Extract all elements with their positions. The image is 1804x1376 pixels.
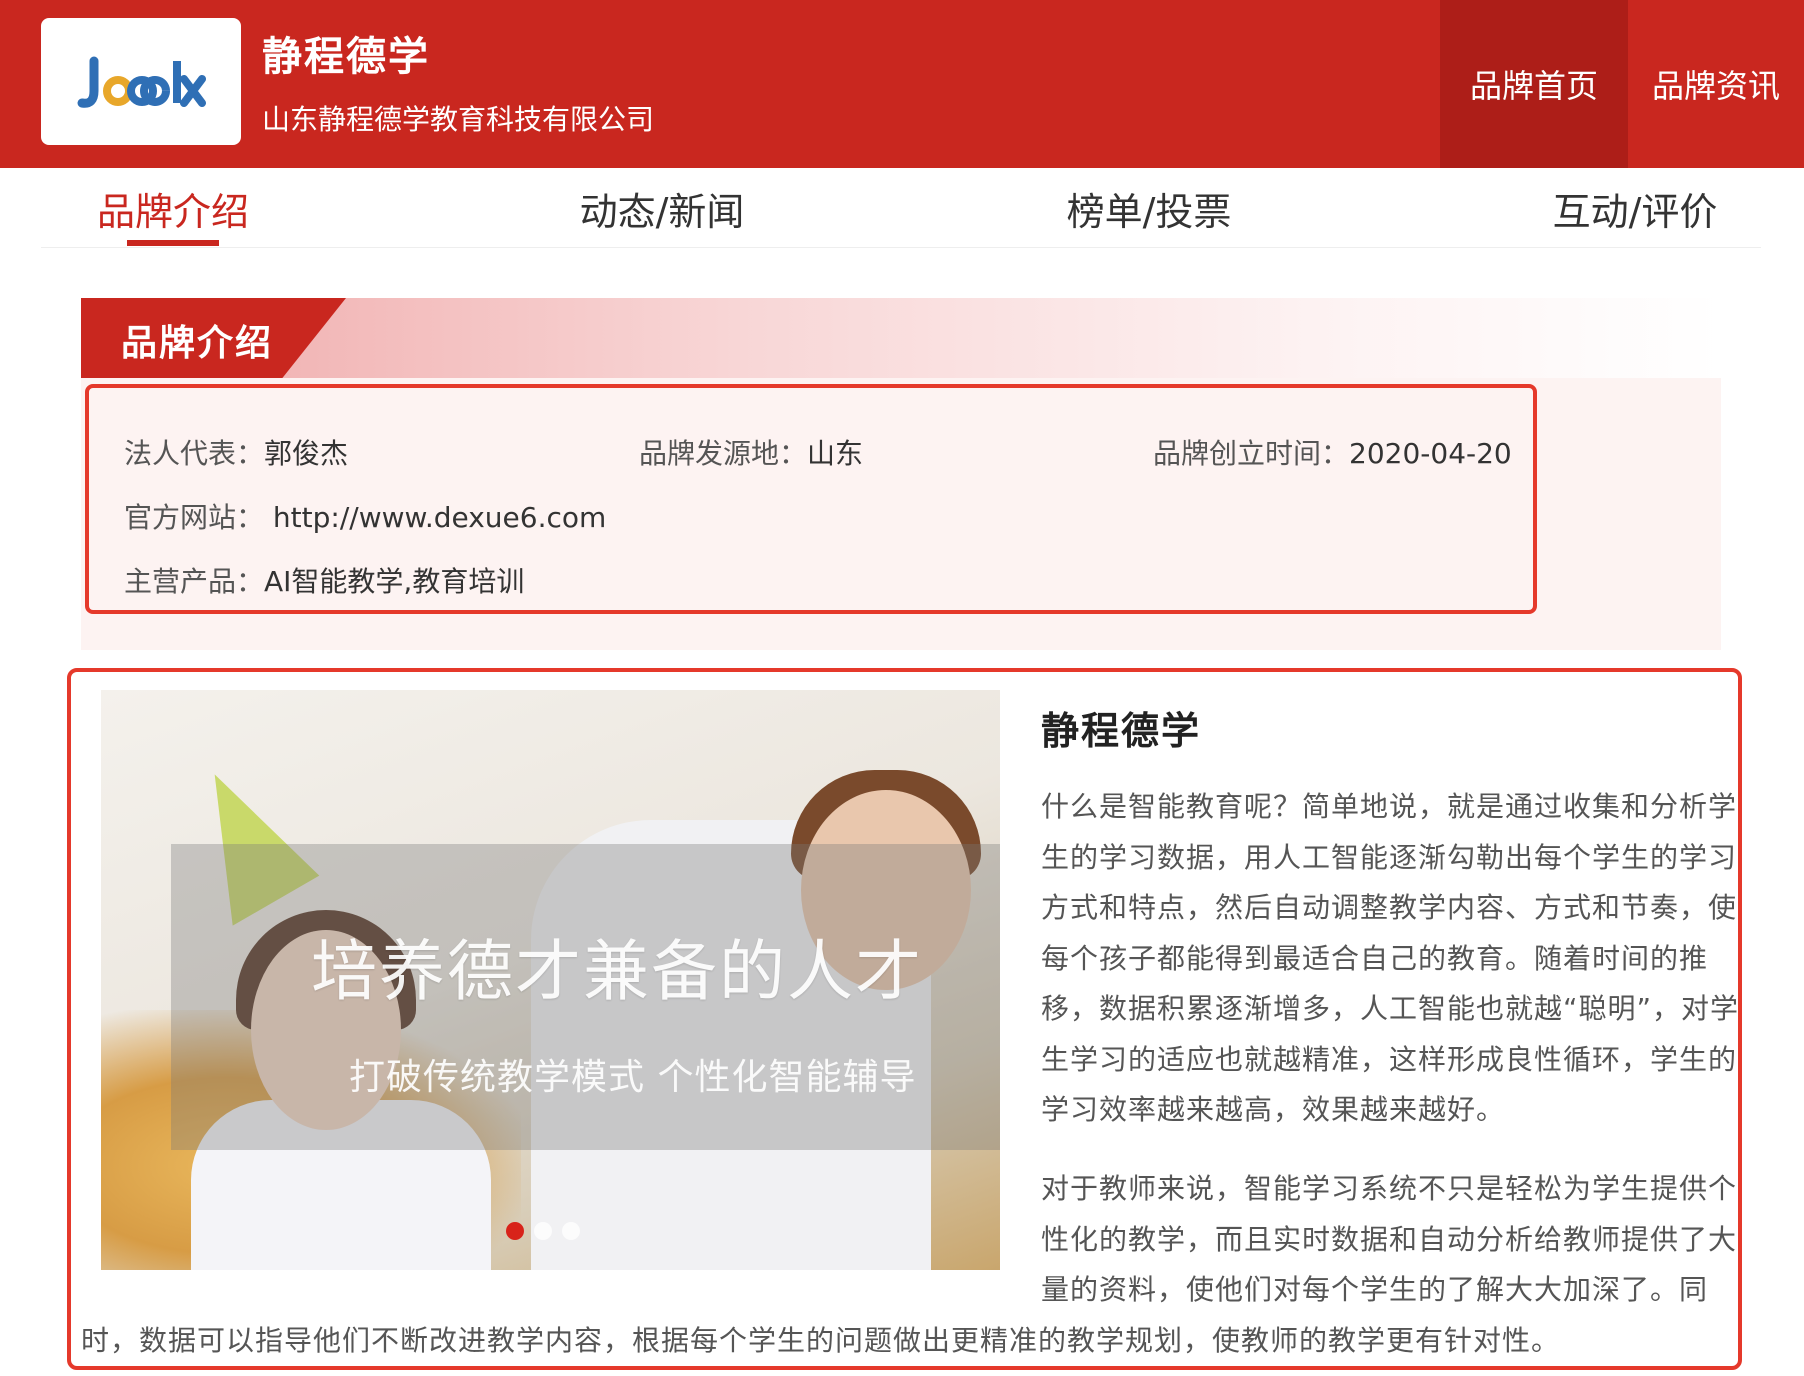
website-label: 官方网站： <box>124 501 265 534</box>
products-label: 主营产品： <box>124 565 265 598</box>
jcdx-logo-icon <box>77 56 206 108</box>
origin-label: 品牌发源地： <box>639 437 808 470</box>
section-title: 品牌介绍 <box>121 323 274 364</box>
legal-rep-label: 法人代表： <box>124 437 265 470</box>
paragraph-line: 性化的教学，而且实时数据和自动分析给教师提供了大 <box>1041 1222 1738 1256</box>
article-title: 静程德学 <box>1041 709 1202 753</box>
banner-headline: 培养德才兼备的人才 <box>311 933 923 1010</box>
website-link[interactable]: http://www.dexue6.com <box>273 501 606 534</box>
banner-carousel[interactable]: 培养德才兼备的人才 打破传统教学模式 个性化智能辅导 <box>101 690 1000 1270</box>
products-value: AI智能教学,教育培训 <box>264 565 525 598</box>
banner-subline: 打破传统教学模式 个性化智能辅导 <box>349 1057 917 1098</box>
legal-rep-value: 郭俊杰 <box>264 437 349 470</box>
nav-brand-news[interactable]: 品牌资讯 <box>1628 0 1804 168</box>
brand-origin: 品牌发源地：山东 <box>639 432 863 472</box>
paragraph-line: 移，数据积累逐渐增多，人工智能也就越“聪明”，对学 <box>1041 992 1740 1025</box>
tab-bar: 品牌介绍 动态/新闻 榜单/投票 互动/评价 <box>41 168 1761 248</box>
company-name: 山东静程德学教育科技有限公司 <box>262 103 655 136</box>
paragraph-line: 什么是智能教育呢？简单地说，就是通过收集和分析学 <box>1041 790 1738 823</box>
paragraph-line: 量的资料，使他们对每个学生的了解大大加深了。同 <box>1041 1273 1709 1306</box>
legal-rep: 法人代表：郭俊杰 <box>124 432 348 472</box>
paragraph-line: 方式和特点，然后自动调整教学内容、方式和节奏，使 <box>1041 891 1738 924</box>
paragraph-line: 学习效率越来越高，效果越来越好。 <box>1041 1093 1506 1126</box>
nav-brand-home[interactable]: 品牌首页 <box>1440 0 1628 168</box>
brand-logo[interactable] <box>41 18 241 145</box>
article-paragraph-2: 对于教师来说，智能学习系统不只是轻松为学生提供个 性化的教学，而且实时数据和自动… <box>1041 1164 1737 1316</box>
tab-ranking[interactable]: 榜单/投票 <box>1049 168 1249 248</box>
tab-news[interactable]: 动态/新闻 <box>562 168 762 248</box>
origin-value: 山东 <box>807 437 864 470</box>
paragraph-line: 对于教师来说，智能学习系统不只是轻松为学生提供个 <box>1041 1172 1738 1205</box>
carousel-dot-3[interactable] <box>562 1222 580 1240</box>
active-tab-indicator <box>127 240 219 246</box>
carousel-dot-1[interactable] <box>506 1222 524 1240</box>
founded-label: 品牌创立时间： <box>1153 437 1350 470</box>
tab-brand-intro[interactable]: 品牌介绍 <box>91 168 255 248</box>
brand-founded: 品牌创立时间：2020-04-20 <box>1153 432 1512 472</box>
paragraph-line: 生学习的适应也就越精准，这样形成良性循环，学生的 <box>1041 1042 1738 1076</box>
article-paragraph-1: 什么是智能教育呢？简单地说，就是通过收集和分析学 生的学习数据，用人工智能逐渐勾… <box>1041 782 1739 1136</box>
brand-name: 静程德学 <box>262 34 430 80</box>
founded-value: 2020-04-20 <box>1349 437 1512 470</box>
main-products: 主营产品：AI智能教学,教育培训 <box>124 560 524 600</box>
tab-reviews[interactable]: 互动/评价 <box>1535 168 1735 248</box>
header-bar: 静程德学 山东静程德学教育科技有限公司 品牌首页 品牌资讯 <box>0 0 1804 168</box>
paragraph-line: 每个孩子都能得到最适合自己的教育。随着时间的推 <box>1041 941 1709 975</box>
section-title-badge: 品牌介绍 <box>81 298 346 378</box>
paragraph-line: 生的学习数据，用人工智能逐渐勾勒出每个学生的学习 <box>1041 840 1738 874</box>
section-header: 品牌介绍 <box>81 298 1721 378</box>
official-website: 官方网站： http://www.dexue6.com <box>124 496 606 536</box>
article-paragraph-2-tail: 时，数据可以指导他们不断改进教学内容，根据每个学生的问题做出更精准的教学规划，使… <box>81 1324 1561 1357</box>
carousel-dot-2[interactable] <box>534 1222 552 1240</box>
